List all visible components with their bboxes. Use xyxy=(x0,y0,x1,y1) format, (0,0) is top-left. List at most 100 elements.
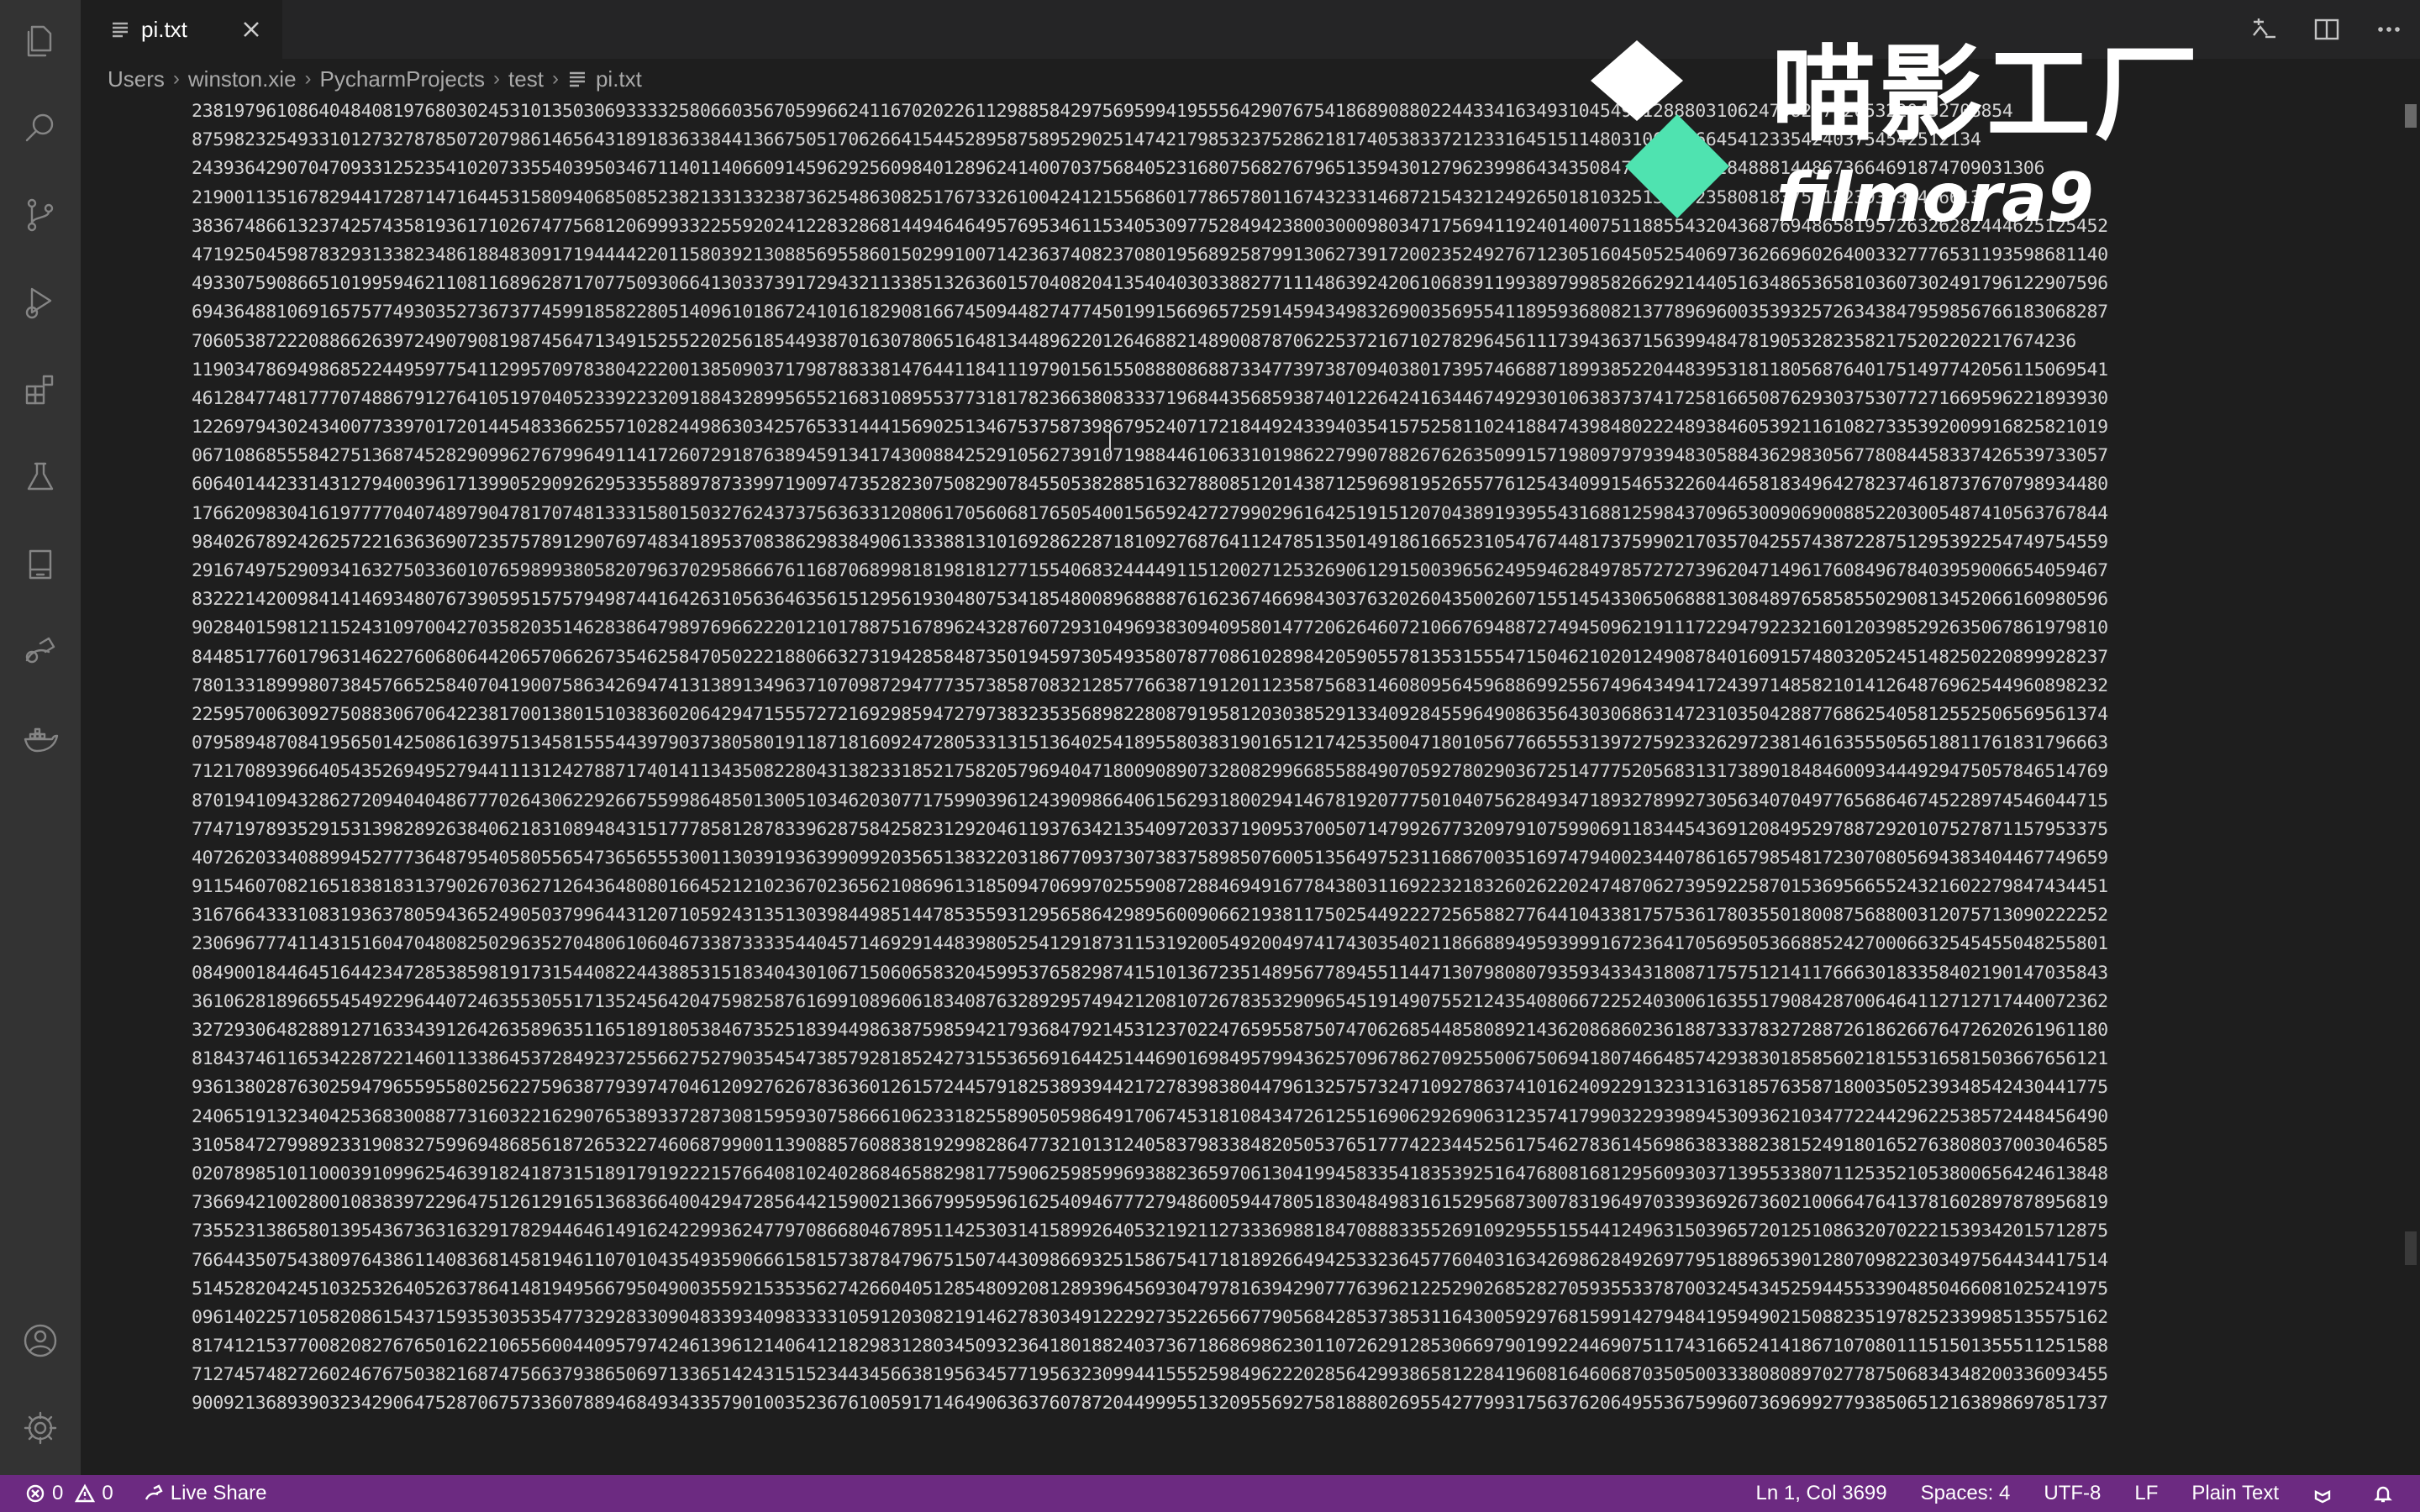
text-line[interactable]: 8701941094328627209404048677702643062292… xyxy=(192,787,2390,816)
text-line[interactable]: 3167664333108319363780594365249050379964… xyxy=(192,901,2390,930)
search-icon[interactable] xyxy=(0,87,81,168)
close-icon[interactable] xyxy=(240,18,262,40)
text-content[interactable]: 2381979610864048408197680302453101350306… xyxy=(192,97,2390,1475)
scrollbar-thumb[interactable] xyxy=(2405,104,2417,128)
end-of-line-text: LF xyxy=(2134,1482,2159,1504)
text-line[interactable]: 7355231386580139543673631632917829446461… xyxy=(192,1217,2390,1246)
breadcrumb-item-user[interactable]: winston.xie xyxy=(188,66,297,92)
text-line[interactable]: 9361380287630259479655955802562275963877… xyxy=(192,1074,2390,1102)
text-file-icon xyxy=(567,69,587,89)
breadcrumb-item-users[interactable]: Users xyxy=(108,66,165,92)
compare-changes-icon[interactable] xyxy=(2233,0,2296,59)
text-line[interactable]: 2306967774114315160470480825029635270480… xyxy=(192,930,2390,958)
breadcrumb: Users › winston.xie › PycharmProjects › … xyxy=(108,62,642,96)
text-line[interactable]: 0795894870841956501425086163975134581555… xyxy=(192,729,2390,758)
text-line[interactable]: 7747197893529153139828926384062183108948… xyxy=(192,816,2390,844)
text-line[interactable]: 4719250459878329313382348618848309171944… xyxy=(192,241,2390,270)
breadcrumb-item-folder[interactable]: test xyxy=(508,66,544,92)
chevron-right-icon: › xyxy=(493,67,501,90)
editor-actions xyxy=(2233,0,2420,59)
text-line[interactable]: 8448517760179631462276068064420657066267… xyxy=(192,643,2390,672)
text-line[interactable]: 4072620334088994527773648795405805565473… xyxy=(192,844,2390,873)
cursor-position[interactable]: Ln 1, Col 3699 xyxy=(1756,1482,1887,1505)
docker-icon[interactable] xyxy=(0,699,81,780)
text-line[interactable]: 1766209830416197777040748979047817074813… xyxy=(192,500,2390,528)
text-line[interactable]: 5145282042451032532640526378641481949566… xyxy=(192,1275,2390,1304)
text-line[interactable]: 0961402257105820861543715935303535477329… xyxy=(192,1304,2390,1332)
account-icon[interactable] xyxy=(0,1300,81,1381)
text-line[interactable]: 2916749752909341632750336010765989938058… xyxy=(192,557,2390,585)
extensions-icon[interactable] xyxy=(0,349,81,430)
text-line[interactable]: 0207898510110003910996254639182418731518… xyxy=(192,1160,2390,1189)
text-line[interactable]: 3272930648288912716334391264263589635116… xyxy=(192,1016,2390,1045)
text-line[interactable]: 6064014423314312794003961713990529092629… xyxy=(192,470,2390,499)
settings-gear-icon[interactable] xyxy=(0,1388,81,1468)
text-line[interactable]: 7664435075438097643861140836814581946110… xyxy=(192,1247,2390,1275)
language-mode[interactable]: Plain Text xyxy=(2191,1482,2279,1505)
warning-count: 0 xyxy=(102,1482,113,1504)
status-bar: 0 0 Live Share Ln 1, Col 3699 Spaces: 4 … xyxy=(0,1475,2420,1512)
encoding-text: UTF-8 xyxy=(2044,1482,2102,1504)
text-line[interactable]: 1226979430243400773397017201445483366255… xyxy=(192,413,2390,442)
text-line[interactable]: 1190347869498685224495977541129957097838… xyxy=(192,356,2390,385)
notebook-icon[interactable] xyxy=(0,524,81,605)
text-line[interactable]: 8322214200984141469348076739059515757949… xyxy=(192,585,2390,614)
text-line[interactable]: 7127457482726024676750382168747566379386… xyxy=(192,1361,2390,1389)
more-actions-icon[interactable] xyxy=(2358,0,2420,59)
run-debug-icon[interactable] xyxy=(0,262,81,343)
feedback-icon[interactable] xyxy=(2312,1483,2339,1504)
live-share-button[interactable]: Live Share xyxy=(144,1482,267,1505)
end-of-line[interactable]: LF xyxy=(2134,1482,2158,1505)
text-line[interactable]: 9009213689390323429064752870675733607889… xyxy=(192,1389,2390,1418)
problems-indicator[interactable]: 0 0 xyxy=(25,1482,113,1505)
text-line[interactable]: 6943648810691657577493035273673774599185… xyxy=(192,298,2390,327)
source-control-icon[interactable] xyxy=(0,175,81,255)
text-line[interactable]: 0849001844645164423472853859819173154408… xyxy=(192,959,2390,988)
text-line[interactable]: 9840267892426257221636369072357578912907… xyxy=(192,528,2390,557)
explorer-icon[interactable] xyxy=(0,0,81,81)
live-share-icon[interactable] xyxy=(0,612,81,692)
indentation-text: Spaces: 4 xyxy=(1920,1482,2011,1504)
text-line[interactable]: 8759823254933101273278785072079861465643… xyxy=(192,126,2390,155)
text-line[interactable]: 3105847279989233190832759969486856187265… xyxy=(192,1131,2390,1160)
tab-label: pi.txt xyxy=(141,16,187,42)
indentation[interactable]: Spaces: 4 xyxy=(1921,1482,2011,1505)
breadcrumb-item-file[interactable]: pi.txt xyxy=(596,66,642,92)
editor[interactable]: 2381979610864048408197680302453101350306… xyxy=(81,97,2396,1475)
text-line[interactable]: 7060538722208866263972490790819874564713… xyxy=(192,328,2390,356)
split-editor-icon[interactable] xyxy=(2296,0,2358,59)
text-line[interactable]: 9115460708216518381831379026703627126436… xyxy=(192,873,2390,901)
chevron-right-icon: › xyxy=(304,67,312,90)
text-line[interactable]: 2190011351678294417287147164453158094068… xyxy=(192,184,2390,213)
live-share-label: Live Share xyxy=(170,1482,267,1504)
warning-icon xyxy=(75,1483,96,1503)
notifications-bell-icon[interactable] xyxy=(2373,1483,2400,1504)
scrollbar-marker xyxy=(2405,1231,2417,1265)
text-line[interactable]: 2439364290704709331252354102073355403950… xyxy=(192,155,2390,183)
chevron-right-icon: › xyxy=(551,67,559,90)
testing-icon[interactable] xyxy=(0,437,81,517)
text-line[interactable]: 8184374611653422872214601133864537284923… xyxy=(192,1045,2390,1074)
text-line[interactable]: 8174121537700820827676501622106556004409… xyxy=(192,1332,2390,1361)
tab-pi-txt[interactable]: pi.txt xyxy=(81,0,282,59)
live-share-icon xyxy=(145,1484,163,1500)
text-line[interactable]: 4612847748177707488679127641051970405233… xyxy=(192,385,2390,413)
text-line[interactable]: 2259570063092750883067064223817001380151… xyxy=(192,701,2390,729)
text-line[interactable]: 3836748661323742574358193617102674775681… xyxy=(192,213,2390,241)
text-line[interactable]: 2406519132340425368300887731603221629076… xyxy=(192,1103,2390,1131)
text-line[interactable]: 7801331899980738457665258407041900758634… xyxy=(192,672,2390,701)
text-line[interactable]: 7121708939664054352694952794411131242788… xyxy=(192,758,2390,786)
encoding[interactable]: UTF-8 xyxy=(2044,1482,2101,1505)
text-line[interactable]: 0671086855584275136874528290996276799649… xyxy=(192,442,2390,470)
text-file-icon xyxy=(109,18,131,40)
language-mode-text: Plain Text xyxy=(2191,1482,2279,1504)
breadcrumb-item-project[interactable]: PycharmProjects xyxy=(320,66,486,92)
text-line[interactable]: 3610628189665545492296440724635530551713… xyxy=(192,988,2390,1016)
activity-bar xyxy=(0,0,81,1475)
text-line[interactable]: 7366942100280010838397229647512612916513… xyxy=(192,1189,2390,1217)
text-line[interactable]: 4933075908665101995946211081168962871707… xyxy=(192,270,2390,298)
text-line[interactable]: 9028401598121152431097004270358203514628… xyxy=(192,614,2390,643)
text-line[interactable]: 2381979610864048408197680302453101350306… xyxy=(192,97,2390,126)
text-cursor xyxy=(1109,430,1111,452)
vertical-scrollbar[interactable] xyxy=(2396,97,2420,1475)
